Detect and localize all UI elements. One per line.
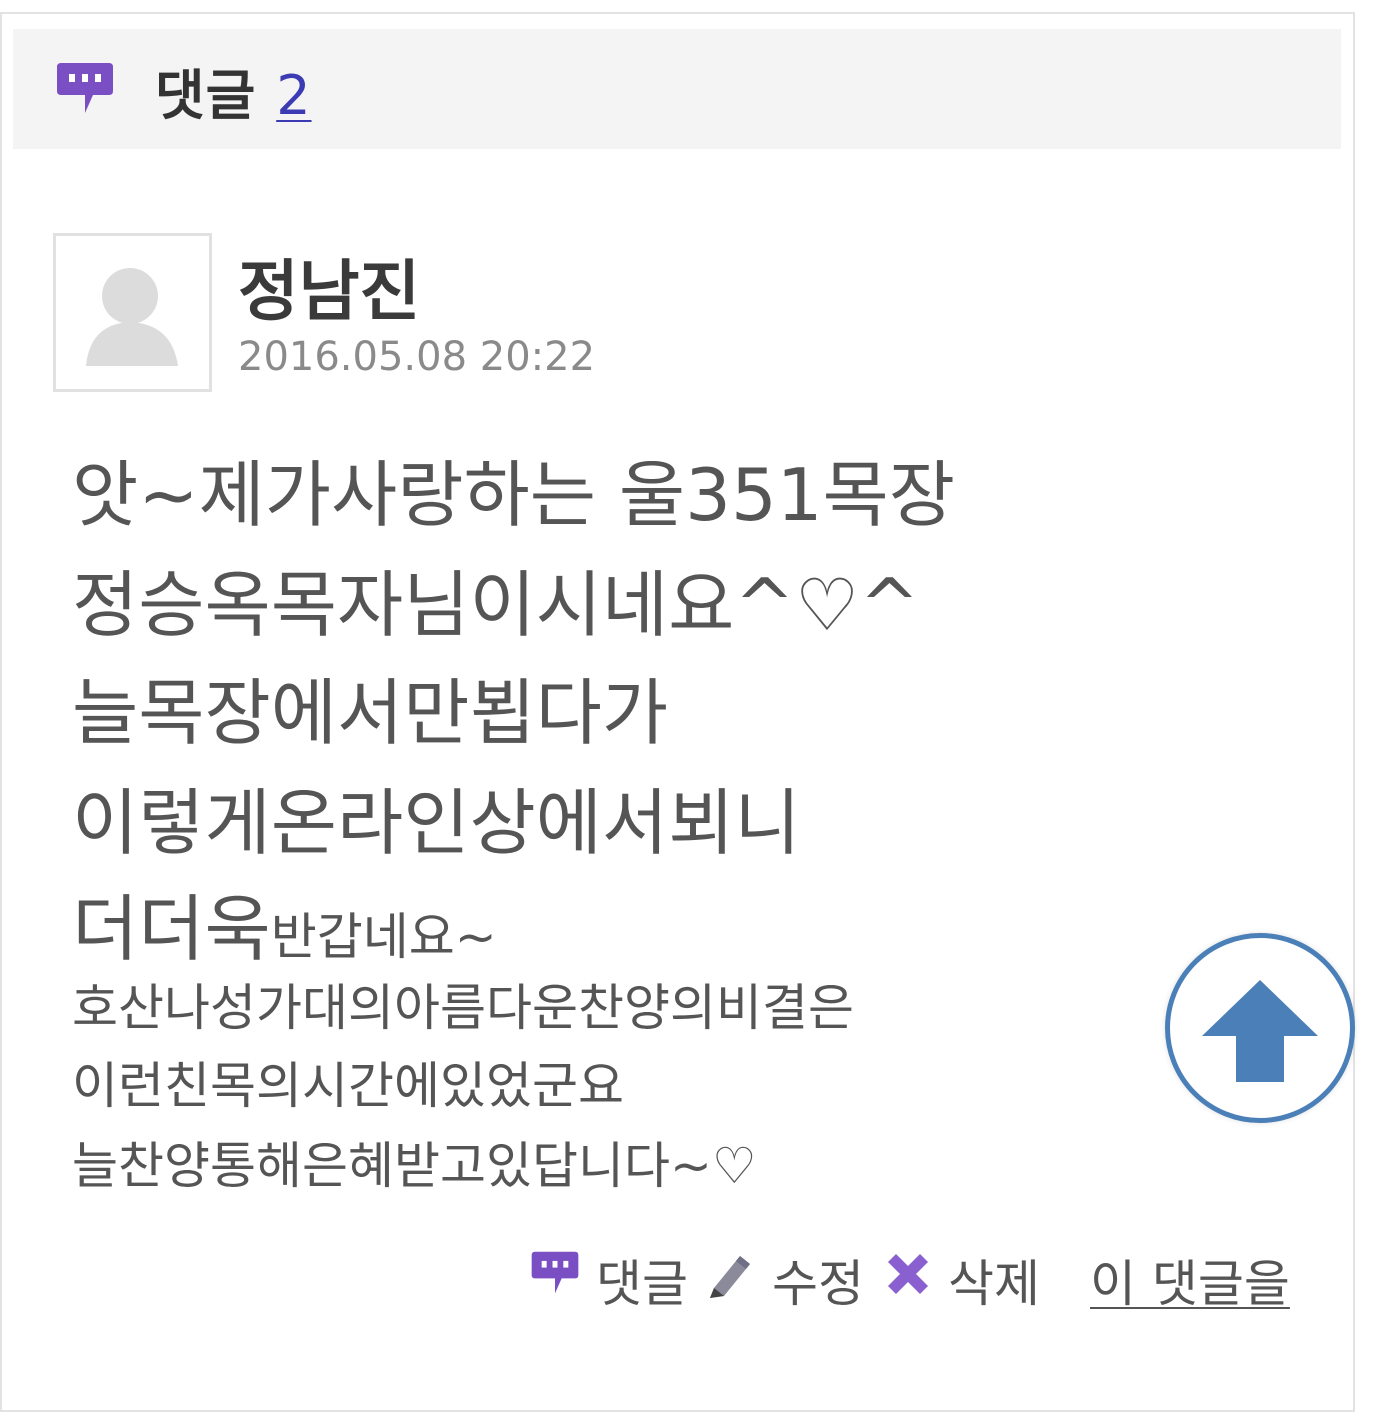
delete-button[interactable]: 삭제 xyxy=(882,1240,1042,1313)
comment-line: 정승옥목자님이시네요^♡^ xyxy=(72,563,920,647)
comment-line: 늘목장에서만뵙다가 xyxy=(72,671,669,755)
comment-line-large: 더더욱 xyxy=(72,887,271,971)
comments-count-link[interactable]: 2 xyxy=(276,64,311,127)
avatar xyxy=(53,233,212,392)
user-silhouette-icon xyxy=(86,268,178,366)
comment-line: 더더욱반갑네요~ xyxy=(72,870,497,975)
comment-author: 정남진 xyxy=(238,253,421,330)
comment-datetime: 2016.05.08 20:22 xyxy=(238,334,596,380)
scroll-to-top-button[interactable] xyxy=(1165,933,1355,1123)
reply-label: 댓글 xyxy=(596,1255,688,1313)
comment-line: 이런친목의시간에있었군요 xyxy=(72,1057,624,1115)
comment-permalink[interactable]: 이 댓글을 xyxy=(1090,1244,1290,1316)
comment-line: 이렇게온라인상에서뵈니 xyxy=(72,781,801,865)
edit-label: 수정 xyxy=(772,1255,864,1313)
close-icon xyxy=(882,1248,934,1304)
speech-bubble-icon xyxy=(530,1248,580,1302)
comment-line: 앗~제가사랑하는 울351목장 xyxy=(72,453,956,537)
edit-button[interactable]: 수정 xyxy=(704,1240,864,1313)
comments-title: 댓글 2 xyxy=(155,51,312,130)
comment-line: 늘찬양통해은혜받고있답니다~♡ xyxy=(72,1137,757,1195)
delete-label: 삭제 xyxy=(948,1255,1040,1313)
comments-header: 댓글 2 xyxy=(13,29,1341,149)
comment-line-small: 반갑네요~ xyxy=(270,908,497,966)
reply-button[interactable]: 댓글 xyxy=(530,1240,690,1313)
pencil-icon xyxy=(704,1248,756,1304)
comment-line: 호산나성가대의아름다운찬양의비결은 xyxy=(72,979,854,1037)
speech-bubble-icon xyxy=(55,61,115,116)
arrow-up-icon xyxy=(1202,980,1318,1082)
comments-title-label: 댓글 xyxy=(155,64,257,127)
